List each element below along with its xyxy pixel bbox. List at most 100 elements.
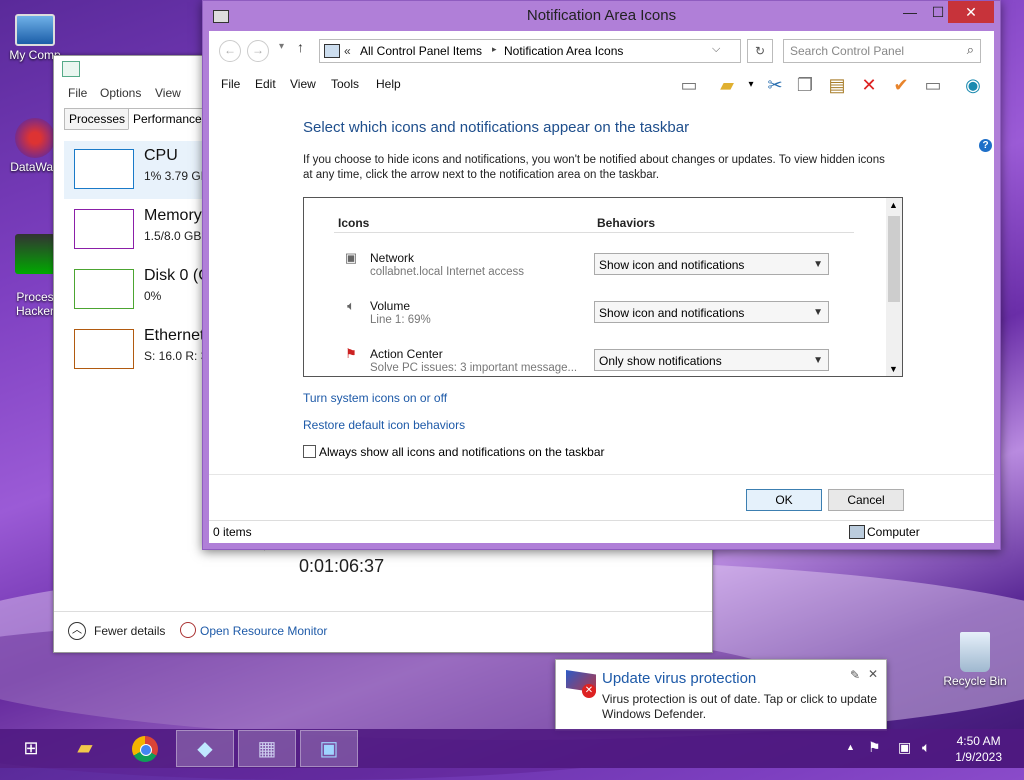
desktop-icon-recycle-bin[interactable]: Recycle Bin <box>940 632 1010 688</box>
perf-item-name: CPU <box>144 147 178 164</box>
row-name: Action Center <box>370 347 443 361</box>
list-scrollbar[interactable]: ▲ ▼ <box>886 198 902 376</box>
scroll-down-icon[interactable]: ▼ <box>889 364 898 374</box>
close-button[interactable]: ✕ <box>948 1 994 23</box>
datawag-icon <box>15 118 55 158</box>
always-show-checkbox[interactable] <box>303 445 316 458</box>
always-show-label[interactable]: Always show all icons and notifications … <box>319 445 605 459</box>
help-icon[interactable]: ? <box>979 139 992 152</box>
cut-icon[interactable]: ✂ <box>763 73 787 97</box>
menu-file[interactable]: File <box>68 86 87 100</box>
pin-icon[interactable]: ✎ <box>850 668 860 682</box>
behavior-dropdown-volume[interactable]: Show icon and notifications ▼ <box>594 301 829 323</box>
address-bar[interactable]: « All Control Panel Items ▸ Notification… <box>319 39 741 63</box>
perf-item-value: 1% 3.79 GH <box>144 169 210 183</box>
behavior-dropdown-action-center[interactable]: Only show notifications ▼ <box>594 349 829 371</box>
taskbar-app-task-manager[interactable]: ▦ <box>238 730 296 767</box>
scroll-thumb[interactable] <box>888 216 900 302</box>
search-icon: ⌕ <box>966 42 974 57</box>
action-center-icon: ⚑ <box>345 346 357 361</box>
breadcrumb-all-items[interactable]: All Control Panel Items <box>360 44 482 58</box>
breadcrumb-current[interactable]: Notification Area Icons <box>504 44 623 58</box>
folder-icon[interactable]: ▰ <box>715 73 739 97</box>
clock-date: 1/9/2023 <box>955 750 1002 764</box>
tab-processes[interactable]: Processes <box>64 108 132 130</box>
chevron-up-icon[interactable]: ︿ <box>68 622 86 640</box>
menu-tools[interactable]: Tools <box>331 77 359 91</box>
clock-time: 4:50 AM <box>956 734 1001 748</box>
action-center-tray-icon[interactable]: ⚑ <box>868 739 881 756</box>
toast-title: Update virus protection <box>602 670 757 687</box>
header-divider <box>334 232 854 233</box>
recycle-bin-icon <box>960 632 990 672</box>
copy-icon[interactable]: ❐ <box>793 73 817 97</box>
properties-icon[interactable]: ▭ <box>921 73 945 97</box>
scroll-up-icon[interactable]: ▲ <box>889 200 898 210</box>
minimize-button[interactable]: — <box>895 1 925 23</box>
up-button[interactable]: ↑ <box>297 39 304 55</box>
volume-tray-icon[interactable]: 🔈︎ <box>922 739 930 756</box>
fewer-details-link[interactable]: Fewer details <box>94 624 165 638</box>
taskbar-app-datawag[interactable]: ◆ <box>176 730 234 767</box>
refresh-button[interactable]: ↻ <box>747 39 773 63</box>
row-name: Volume <box>370 299 411 313</box>
page-heading: Select which icons and notifications app… <box>303 119 690 136</box>
row-name: Network <box>370 251 415 265</box>
menu-help[interactable]: Help <box>376 77 401 91</box>
search-input[interactable]: Search Control Panel <box>790 44 904 58</box>
dropdown-value: Show icon and notifications <box>599 258 745 272</box>
menu-bar: File Edit View Tools Help ▭ ▰ ▾ ✂ ❐ ▤ ✕ … <box>209 69 994 152</box>
turn-system-icons-link[interactable]: Turn system icons on or off <box>303 391 447 405</box>
delete-icon[interactable]: ✕ <box>857 73 881 97</box>
toast-close-icon[interactable]: ✕ <box>868 667 878 681</box>
open-resource-monitor-link[interactable]: Open Resource Monitor <box>200 624 327 638</box>
chrome-icon[interactable] <box>116 730 174 767</box>
breadcrumb-prefix[interactable]: « <box>344 44 351 58</box>
chevron-down-icon: ▼ <box>813 259 823 270</box>
cancel-button[interactable]: Cancel <box>828 489 904 511</box>
dialog-body: ← → ▾ ↑ « All Control Panel Items ▸ Noti… <box>209 31 994 543</box>
computer-icon <box>15 14 55 46</box>
icons-behaviors-list[interactable]: Icons Behaviors ▣ Network collabnet.loca… <box>303 197 903 377</box>
menu-view[interactable]: View <box>290 77 316 91</box>
breadcrumb-separator[interactable]: ▸ <box>492 44 497 55</box>
globe-icon[interactable]: ◉ <box>961 73 985 97</box>
paste-icon[interactable]: ▤ <box>825 73 849 97</box>
file-explorer-icon[interactable]: ▰ <box>56 730 114 767</box>
task-manager-icon <box>62 61 80 77</box>
menu-file[interactable]: File <box>221 77 240 91</box>
menu-view[interactable]: View <box>155 86 181 100</box>
layout-icon[interactable]: ▭ <box>677 73 701 97</box>
perf-item-name: Disk 0 (C <box>144 267 210 284</box>
checkmark-icon[interactable]: ✔ <box>889 73 913 97</box>
chrome-logo-icon <box>132 736 158 762</box>
control-panel-icon <box>324 44 340 58</box>
tab-performance[interactable]: Performance <box>128 108 212 130</box>
forward-button[interactable]: → <box>247 40 269 62</box>
window-title: Notification Area Icons <box>526 7 677 24</box>
up-arrow-icon[interactable]: ▾ <box>279 41 284 52</box>
ok-button[interactable]: OK <box>746 489 822 511</box>
tray-clock[interactable]: 4:50 AM 1/9/2023 <box>955 733 1002 765</box>
chevron-down-icon: ▼ <box>813 355 823 366</box>
ethernet-graph <box>74 329 134 369</box>
perf-item-value: S: 16.0 R: 3 <box>144 349 208 363</box>
network-tray-icon[interactable]: ▣ <box>898 739 911 756</box>
behavior-dropdown-network[interactable]: Show icon and notifications ▼ <box>594 253 829 275</box>
perf-item-name: Memory <box>144 207 202 224</box>
start-button[interactable]: ⊞ <box>2 730 60 767</box>
notification-area-window[interactable]: Notification Area Icons — ☐ ✕ ← → ▾ ↑ « … <box>202 0 1001 550</box>
status-item-count: 0 items <box>213 525 252 539</box>
taskbar-app-control-panel[interactable]: ▣ <box>300 730 358 767</box>
dropdown-arrow-icon[interactable]: ▾ <box>739 73 763 97</box>
dropdown-value: Only show notifications <box>599 354 722 368</box>
menu-options[interactable]: Options <box>100 86 141 100</box>
memory-graph <box>74 209 134 249</box>
menu-edit[interactable]: Edit <box>255 77 276 91</box>
back-button[interactable]: ← <box>219 40 241 62</box>
search-box[interactable]: Search Control Panel ⌕ <box>783 39 981 63</box>
restore-defaults-link[interactable]: Restore default icon behaviors <box>303 418 465 432</box>
toast-notification[interactable]: ✕ Update virus protection Virus protecti… <box>555 659 887 731</box>
show-hidden-icons-icon[interactable]: ▲ <box>846 742 855 752</box>
address-dropdown-icon[interactable]: ⌵ <box>712 43 720 56</box>
